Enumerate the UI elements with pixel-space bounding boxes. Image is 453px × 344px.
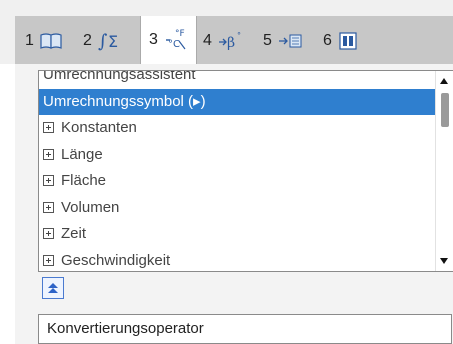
double-chevron-up-icon — [48, 283, 58, 293]
svg-text:Σ: Σ — [108, 32, 118, 51]
svg-text:β: β — [227, 35, 235, 51]
library-icon — [338, 31, 358, 51]
tab-number: 4 — [203, 32, 212, 49]
scroll-down-arrow-icon[interactable] — [440, 258, 448, 264]
catalog-list-items: Umrechnungsassistent Umrechnungssymbol (… — [39, 71, 435, 271]
svg-text:°F: °F — [175, 29, 185, 39]
tab-number: 6 — [323, 32, 332, 49]
collapse-button[interactable] — [42, 277, 64, 299]
tab-3[interactable]: 3 °F °C — [140, 16, 197, 64]
expand-icon[interactable] — [43, 148, 54, 160]
list-item-selected[interactable]: Umrechnungssymbol (▸) — [39, 88, 435, 115]
tab-number: 5 — [263, 32, 272, 49]
list-item[interactable]: Länge — [39, 142, 435, 169]
list-item[interactable]: Umrechnungsassistent — [39, 71, 435, 89]
svg-text:∫: ∫ — [98, 31, 108, 52]
list-item-label: Zeit — [61, 225, 87, 242]
arrow-matrix-icon — [278, 30, 304, 52]
tab-4[interactable]: 4 β ° — [203, 18, 244, 64]
scrollbar[interactable] — [435, 71, 453, 271]
list-item-label: Volumen — [61, 198, 120, 216]
tab-strip: 1 2 ∫ Σ 3 °F °C 4 β ° 5 6 — [15, 16, 453, 64]
tab-1[interactable]: 1 — [25, 18, 62, 64]
tab-number: 2 — [83, 32, 92, 49]
help-text-field: Konvertierungsoperator — [38, 314, 452, 344]
tab-5[interactable]: 5 — [263, 18, 304, 64]
list-item-label: Umrechnungsassistent — [43, 71, 196, 83]
tab-number: 1 — [25, 32, 34, 49]
greek-angle-icon: β ° — [218, 30, 244, 52]
integral-sum-icon: ∫ Σ — [98, 30, 124, 52]
tab-6[interactable]: 6 — [323, 18, 358, 64]
expand-icon[interactable] — [43, 175, 54, 186]
scrollbar-thumb[interactable] — [441, 93, 449, 127]
list-item-label: Länge — [61, 145, 103, 163]
unit-conversion-icon: °F °C — [164, 27, 188, 53]
list-item-label: Konstanten — [61, 119, 137, 136]
expand-icon[interactable] — [43, 201, 54, 213]
tab-2[interactable]: 2 ∫ Σ — [83, 18, 124, 64]
book-icon — [40, 32, 62, 50]
svg-text:°: ° — [237, 31, 241, 40]
catalog-list[interactable]: Umrechnungsassistent Umrechnungssymbol (… — [38, 70, 453, 272]
list-item-label: Fläche — [61, 172, 107, 189]
catalog-panel: Umrechnungsassistent Umrechnungssymbol (… — [15, 64, 453, 344]
expand-icon[interactable] — [43, 228, 54, 239]
list-item[interactable]: Geschwindigkeit — [39, 248, 435, 272]
expand-icon[interactable] — [43, 122, 54, 133]
list-item[interactable]: Fläche — [39, 168, 435, 195]
tab-number: 3 — [149, 31, 158, 48]
list-item-label: Geschwindigkeit — [61, 251, 171, 269]
list-item-label: Umrechnungssymbol (▸) — [43, 92, 206, 110]
scroll-up-arrow-icon[interactable] — [440, 78, 448, 84]
expand-icon[interactable] — [43, 254, 54, 266]
list-item[interactable]: Volumen — [39, 195, 435, 222]
tab-bar: 1 2 ∫ Σ 3 °F °C 4 β ° 5 6 — [0, 0, 453, 64]
list-item[interactable]: Zeit — [39, 221, 435, 248]
list-item[interactable]: Konstanten — [39, 115, 435, 142]
